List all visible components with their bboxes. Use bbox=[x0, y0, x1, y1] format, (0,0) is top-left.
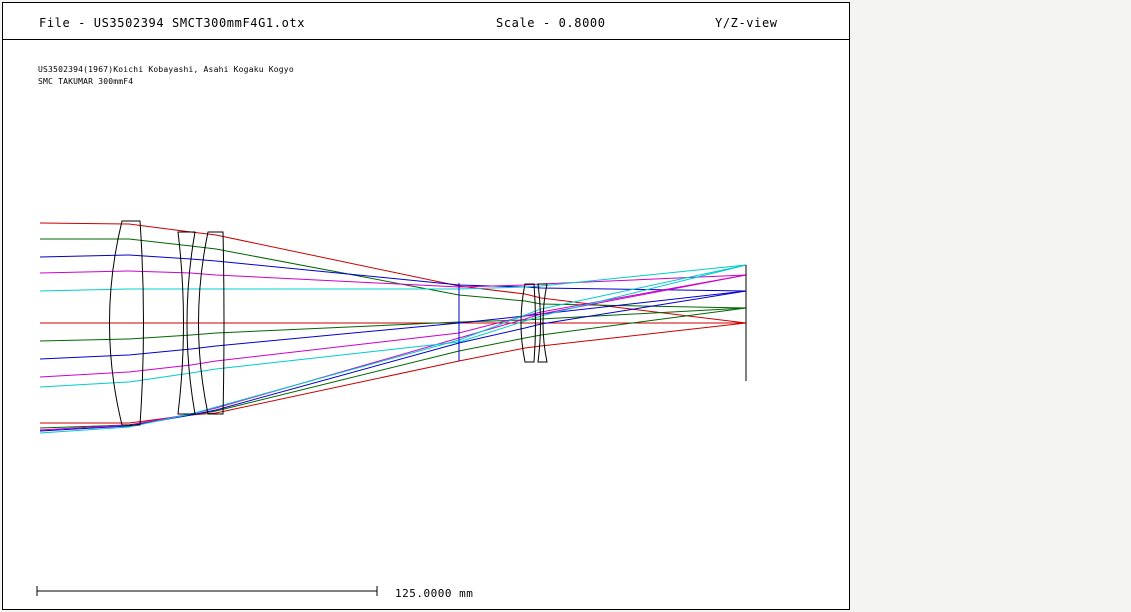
ray-line bbox=[39, 290, 747, 432]
scale-bar-label: 125.0000 mm bbox=[395, 587, 474, 600]
scale-bar bbox=[36, 586, 378, 596]
ray-line bbox=[39, 307, 747, 429]
ray-fan-group bbox=[39, 222, 747, 434]
optical-layout-diagram bbox=[36, 220, 747, 596]
ray-line bbox=[40, 238, 747, 309]
drawing-sheet: File - US3502394 SMCT300mmF4G1.otx Scale… bbox=[2, 2, 850, 610]
ray-line bbox=[39, 307, 747, 342]
ray-line bbox=[39, 274, 747, 431]
ray-line bbox=[39, 254, 747, 292]
ray-line bbox=[39, 270, 747, 288]
